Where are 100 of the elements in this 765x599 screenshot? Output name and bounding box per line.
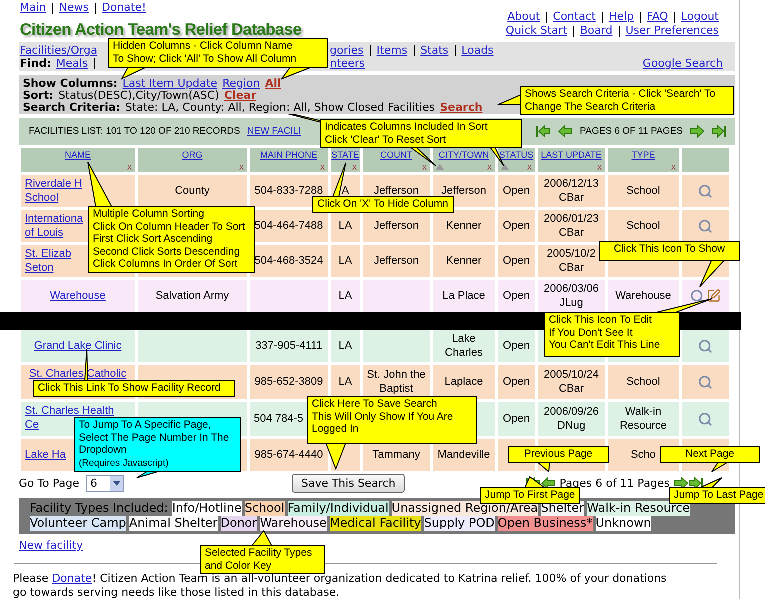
facility-link[interactable]: St. Charles Catholic: [29, 367, 127, 381]
hidden-column-link[interactable]: Region: [222, 78, 260, 90]
search-icon[interactable]: [690, 288, 705, 304]
facility-type-tag: Supply POD: [424, 516, 495, 531]
sort-label: Sort:: [23, 90, 54, 102]
account-link[interactable]: About: [508, 10, 540, 24]
facility-link[interactable]: Warehouse: [50, 289, 106, 303]
nav-link[interactable]: Stats: [420, 44, 449, 57]
facility-type-tag: Volunteer Camp: [30, 516, 126, 531]
column-sort-link[interactable]: MAIN PHONE: [260, 150, 318, 160]
previous-page-icon[interactable]: [540, 476, 556, 490]
show-all-link[interactable]: All: [265, 78, 282, 90]
table-cell: Kenner: [433, 210, 495, 242]
search-link[interactable]: Search: [440, 102, 483, 114]
column-sort-link[interactable]: LAST UPDATE: [541, 150, 602, 160]
hide-column-link[interactable]: x: [598, 162, 602, 172]
table-cell: Open: [498, 330, 535, 362]
account-link[interactable]: FAQ: [647, 10, 668, 24]
column-sort-link[interactable]: COUNT: [380, 150, 412, 160]
facility-link[interactable]: St. Charles Health: [25, 404, 114, 418]
callout-note: Click This Link To Show Facility Record: [33, 380, 235, 396]
table-cell: County: [138, 175, 247, 207]
new-facility-link[interactable]: NEW FACILI: [247, 126, 302, 137]
column-sort-link[interactable]: ORG: [182, 150, 203, 160]
top-link[interactable]: Main: [20, 1, 46, 15]
column-sort-link[interactable]: STATUS: [499, 150, 534, 160]
google-search-link[interactable]: Google Search: [642, 57, 723, 70]
facility-link[interactable]: Lake Ha: [25, 448, 66, 462]
callout-note: Click Here To Save Search This Will Only Show If You Are Logged In: [307, 396, 477, 444]
table-cell: 2006/12/13 CBar: [538, 175, 605, 207]
account-link[interactable]: Contact: [553, 10, 596, 24]
table-cell: School: [608, 175, 679, 207]
find-link[interactable]: nteers: [330, 57, 366, 70]
facility-link[interactable]: Riverdale H: [25, 177, 82, 191]
column-sort-link[interactable]: STATE: [332, 150, 360, 160]
find-link[interactable]: Meals: [56, 57, 88, 70]
table-cell: Laplace: [433, 365, 495, 399]
show-columns-label: Show Columns:: [23, 78, 118, 90]
save-search-button[interactable]: Save This Search: [292, 474, 405, 492]
top-link[interactable]: Donate!: [102, 1, 146, 15]
hide-column-link[interactable]: x: [240, 162, 244, 172]
new-facility-link[interactable]: New facility: [19, 539, 84, 553]
table-cell: Open: [498, 280, 535, 312]
facility-type-tag: Unknown: [596, 516, 652, 531]
facility-link[interactable]: School: [25, 191, 59, 205]
callout-pointer: [280, 68, 310, 80]
nav-link[interactable]: gories: [330, 44, 364, 57]
first-page-icon[interactable]: [536, 125, 552, 138]
page-select[interactable]: 6: [86, 474, 124, 492]
table-cell: LA: [331, 330, 360, 362]
table-cell: School: [608, 365, 679, 399]
facility-link[interactable]: of Louis: [25, 226, 64, 240]
facility-link[interactable]: St. Elizab: [25, 247, 72, 261]
facility-link[interactable]: Seton: [25, 261, 54, 275]
nav-link[interactable]: Facilities/Orga: [20, 44, 98, 57]
table-cell: Open: [498, 402, 535, 436]
nav-link[interactable]: Loads: [462, 44, 494, 57]
edit-icon[interactable]: [707, 289, 721, 303]
table-cell: St. John the Baptist: [363, 365, 430, 399]
facility-link[interactable]: Internationa: [25, 212, 84, 226]
hide-column-link[interactable]: x: [672, 162, 676, 172]
donate-link[interactable]: Donate: [52, 572, 92, 585]
facility-link[interactable]: Grand Lake Clinic: [34, 339, 122, 353]
table-cell: LA: [331, 210, 360, 242]
list-title: FACILITIES LIST: 101 TO 120 OF 210 RECORDS: [29, 126, 240, 137]
table-cell: Open: [498, 210, 535, 242]
column-sort-link[interactable]: TYPE: [632, 150, 656, 160]
table-cell: LA: [331, 280, 360, 312]
account-link[interactable]: Logout: [681, 10, 719, 24]
column-sort-link[interactable]: CITY/TOWN: [438, 150, 490, 160]
last-page-icon[interactable]: [689, 476, 704, 490]
column-sort-link[interactable]: NAME: [64, 150, 91, 160]
next-page-icon[interactable]: [674, 476, 690, 490]
page-count: PAGES 6 OF 11 PAGES: [580, 126, 683, 137]
criteria-text: State: LA, County: All, Region: All, Show Closed Facilities: [125, 102, 436, 114]
hide-column-link[interactable]: x: [352, 162, 357, 172]
table-cell: Open: [498, 245, 535, 277]
table-cell: 2006/09/26 DNug: [538, 402, 605, 436]
hide-column-link[interactable]: x: [422, 162, 427, 172]
callout-note: Multiple Column Sorting Click On Column Header To Sort First Click Sort Ascending Second Click Sorts Descending Click Columns In Order Of Sort: [88, 206, 255, 272]
hide-column-link[interactable]: x: [128, 162, 132, 172]
callout-pointer: [120, 68, 146, 80]
account-link[interactable]: Quick Start: [506, 24, 568, 38]
account-link[interactable]: User Preferences: [626, 24, 719, 38]
go-to-page-label: Go To Page: [19, 476, 80, 490]
clear-link[interactable]: Clear: [224, 90, 257, 102]
hide-column-link[interactable]: x: [528, 162, 532, 172]
table-cell: LA: [331, 365, 360, 399]
facility-link[interactable]: Ce: [25, 418, 40, 432]
hidden-column-link[interactable]: Last Item Update: [122, 78, 218, 90]
table-cell: 985-674-4440: [250, 439, 328, 471]
table-cell: LA: [331, 245, 360, 277]
hide-column-link[interactable]: x: [488, 162, 492, 172]
hide-column-link[interactable]: x: [320, 162, 325, 172]
nav-link[interactable]: Items: [376, 44, 408, 57]
site-logo: Citizen Action Team's Relief Database: [20, 20, 302, 40]
table-cell: Salvation Army: [138, 280, 247, 312]
top-link[interactable]: News: [59, 1, 89, 15]
account-link[interactable]: Help: [608, 10, 634, 24]
account-link[interactable]: Board: [580, 24, 613, 38]
